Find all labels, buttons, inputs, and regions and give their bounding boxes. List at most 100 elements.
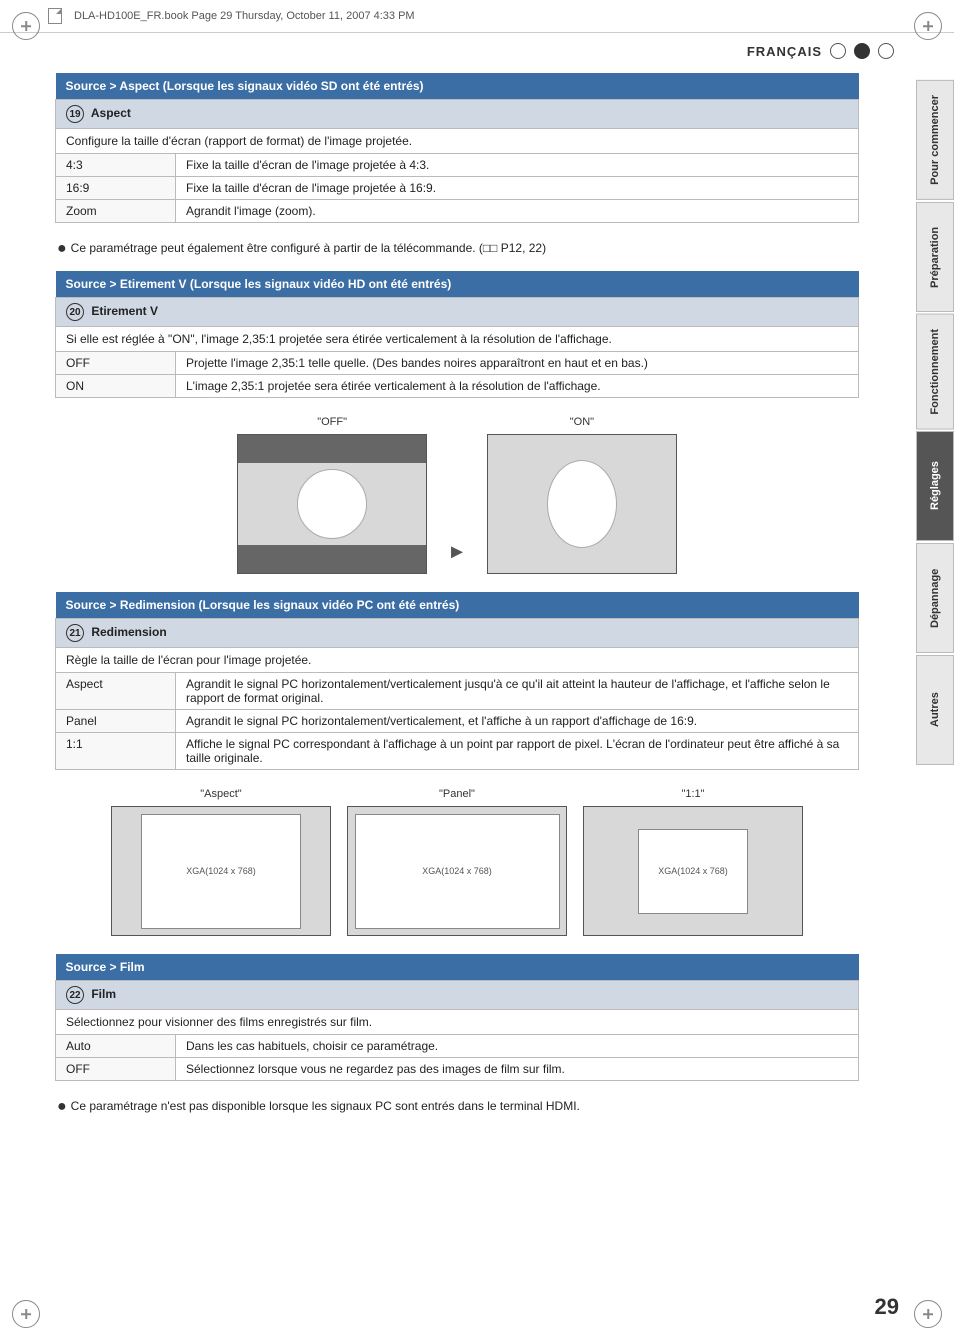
row-key-aspect: Aspect (56, 673, 176, 710)
diagram-off-label: "OFF" (317, 416, 347, 428)
sidebar-label-fonctionnement: Fonctionnement (929, 329, 941, 415)
table-row: Aspect Agrandit le signal PC horizontale… (56, 673, 859, 710)
section-etirement: Source > Etirement V (Lorsque les signau… (55, 271, 859, 398)
diagram-11: "1:1" XGA(1024 x 768) (583, 788, 803, 936)
note-film-text: Ce paramétrage n'est pas disponible lors… (71, 1099, 580, 1113)
diagram-circle-off (297, 469, 367, 539)
section-redimension-subheader: 21 Redimension (56, 619, 859, 648)
etirement-diagrams: "OFF" ► "ON" (55, 416, 859, 574)
note-aspect-text: Ce paramétrage peut également être confi… (71, 241, 546, 255)
diagram-11-label: "1:1" (681, 788, 704, 800)
row-val-43: Fixe la taille d'écran de l'image projet… (176, 154, 859, 177)
row-val-off2: Sélectionnez lorsque vous ne regardez pa… (176, 1058, 859, 1081)
row-key-panel: Panel (56, 710, 176, 733)
section-aspect-subheader: 19 Aspect (56, 100, 859, 129)
xga-label-11: XGA(1024 x 768) (658, 866, 728, 876)
section-redimension: Source > Redimension (Lorsque les signau… (55, 592, 859, 770)
page: DLA-HD100E_FR.book Page 29 Thursday, Oct… (0, 0, 954, 1340)
row-val-11: Affiche le signal PC correspondant à l'a… (176, 733, 859, 770)
row-key-off2: OFF (56, 1058, 176, 1081)
lang-circle-filled (854, 43, 870, 59)
diagram-panel-box: XGA(1024 x 768) (347, 806, 567, 936)
language-text: FRANÇAIS (747, 44, 822, 59)
row-key-zoom: Zoom (56, 200, 176, 223)
sidebar-tab-preparation[interactable]: Préparation (916, 202, 954, 312)
diagram-11-inner: XGA(1024 x 768) (638, 829, 748, 914)
corner-mark-br (914, 1300, 942, 1328)
row-val-on: L'image 2,35:1 projetée sera étirée vert… (176, 375, 859, 398)
diagram-panel-label: "Panel" (439, 788, 475, 800)
bullet-icon-2: ● (57, 1099, 67, 1115)
sidebar-tab-reglages[interactable]: Réglages (916, 431, 954, 541)
section-etirement-header: Source > Etirement V (Lorsque les signau… (56, 271, 859, 298)
lang-circle-empty2 (878, 43, 894, 59)
badge-21: 21 (66, 624, 84, 642)
sidebar-tab-depannage[interactable]: Dépannage (916, 543, 954, 653)
corner-mark-tl (12, 12, 40, 40)
table-row: 16:9 Fixe la taille d'écran de l'image p… (56, 177, 859, 200)
table-row: 4:3 Fixe la taille d'écran de l'image pr… (56, 154, 859, 177)
diagram-on-label: "ON" (570, 416, 594, 428)
section-film-desc: Sélectionnez pour visionner des films en… (56, 1010, 859, 1035)
table-row: Zoom Agrandit l'image (zoom). (56, 200, 859, 223)
diagram-11-box: XGA(1024 x 768) (583, 806, 803, 936)
sidebar-tab-fonctionnement[interactable]: Fonctionnement (916, 314, 954, 430)
table-row: 1:1 Affiche le signal PC correspondant à… (56, 733, 859, 770)
file-icon (48, 8, 62, 24)
page-number: 29 (875, 1294, 899, 1320)
section-aspect-header: Source > Aspect (Lorsque les signaux vid… (56, 73, 859, 100)
row-key-auto: Auto (56, 1035, 176, 1058)
arrow-icon: ► (447, 541, 467, 574)
sidebar-label-reglages: Réglages (929, 462, 941, 511)
row-val-auto: Dans les cas habituels, choisir ce param… (176, 1035, 859, 1058)
row-key-11: 1:1 (56, 733, 176, 770)
row-val-panel: Agrandit le signal PC horizontalement/ve… (176, 710, 859, 733)
table-row: OFF Projette l'image 2,35:1 telle quelle… (56, 352, 859, 375)
row-val-zoom: Agrandit l'image (zoom). (176, 200, 859, 223)
diagram-panel-inner: XGA(1024 x 768) (355, 814, 560, 929)
row-val-169: Fixe la taille d'écran de l'image projet… (176, 177, 859, 200)
right-sidebar: Pour commencer Préparation Fonctionnemen… (916, 80, 954, 767)
row-val-off: Projette l'image 2,35:1 telle quelle. (D… (176, 352, 859, 375)
black-bar-top (238, 435, 426, 463)
file-info: DLA-HD100E_FR.book Page 29 Thursday, Oct… (74, 10, 415, 22)
diagram-oval-on (547, 460, 617, 548)
row-key-on: ON (56, 375, 176, 398)
sidebar-tab-pour-commencer[interactable]: Pour commencer (916, 80, 954, 200)
sidebar-label-depannage: Dépannage (929, 569, 941, 628)
table-row: Auto Dans les cas habituels, choisir ce … (56, 1035, 859, 1058)
sidebar-label-pour-commencer: Pour commencer (929, 95, 941, 185)
section-film-subheader: 22 Film (56, 981, 859, 1010)
top-bar: DLA-HD100E_FR.book Page 29 Thursday, Oct… (0, 0, 954, 33)
lang-circle-empty (830, 43, 846, 59)
main-content: Source > Aspect (Lorsque les signaux vid… (0, 63, 914, 1149)
redimension-diagrams: "Aspect" XGA(1024 x 768) "Panel" XGA(102… (55, 788, 859, 936)
xga-label-panel: XGA(1024 x 768) (422, 866, 492, 876)
diagram-panel: "Panel" XGA(1024 x 768) (347, 788, 567, 936)
sidebar-tab-autres[interactable]: Autres (916, 655, 954, 765)
section-aspect-desc: Configure la taille d'écran (rapport de … (56, 129, 859, 154)
section-aspect: Source > Aspect (Lorsque les signaux vid… (55, 73, 859, 223)
note-aspect: ● Ce paramétrage peut également être con… (55, 241, 859, 257)
diagram-aspect-inner: XGA(1024 x 768) (141, 814, 301, 929)
row-val-aspect: Agrandit le signal PC horizontalement/ve… (176, 673, 859, 710)
badge-19: 19 (66, 105, 84, 123)
corner-mark-tr (914, 12, 942, 40)
section-etirement-desc: Si elle est réglée à "ON", l'image 2,35:… (56, 327, 859, 352)
header-area: FRANÇAIS (0, 33, 954, 63)
language-badge: FRANÇAIS (747, 43, 894, 59)
corner-mark-bl (12, 1300, 40, 1328)
diagram-off: "OFF" (237, 416, 427, 574)
sidebar-label-autres: Autres (929, 693, 941, 728)
badge-22: 22 (66, 986, 84, 1004)
badge-20: 20 (66, 303, 84, 321)
row-key-off: OFF (56, 352, 176, 375)
xga-label-aspect: XGA(1024 x 768) (186, 866, 256, 876)
section-redimension-header: Source > Redimension (Lorsque les signau… (56, 592, 859, 619)
diagram-aspect: "Aspect" XGA(1024 x 768) (111, 788, 331, 936)
section-film: Source > Film 22 Film Sélectionnez pour … (55, 954, 859, 1081)
section-redimension-desc: Règle la taille de l'écran pour l'image … (56, 648, 859, 673)
section-film-header: Source > Film (56, 954, 859, 981)
diagram-on: "ON" (487, 416, 677, 574)
diagram-aspect-label: "Aspect" (200, 788, 241, 800)
